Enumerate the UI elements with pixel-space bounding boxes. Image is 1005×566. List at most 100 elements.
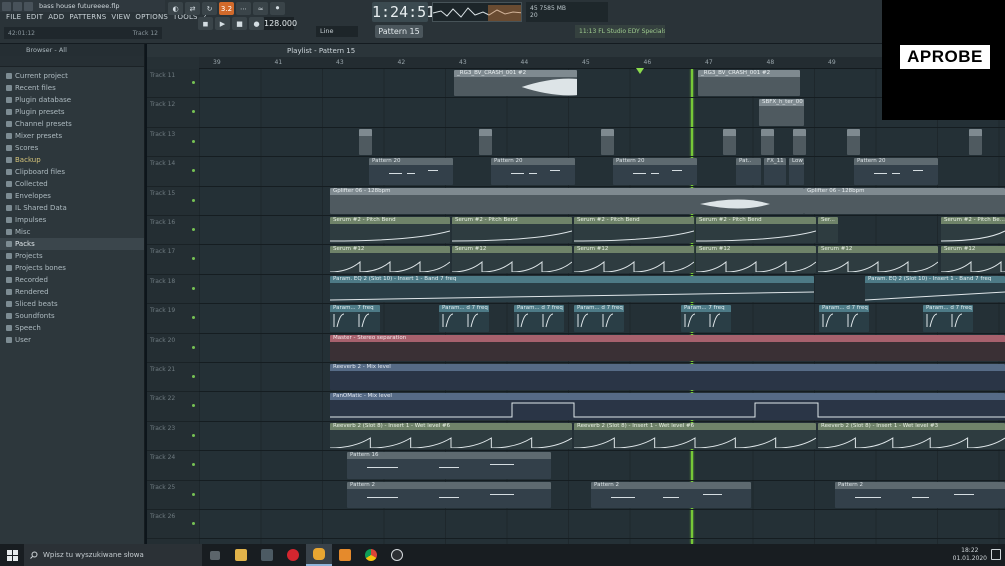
playlist-clip[interactable]: Pattern 20 xyxy=(854,158,938,185)
playlist-clip[interactable]: SBFX_h_ter_00 xyxy=(759,99,804,126)
playlist-clip[interactable]: Serum #2 - Pitch Bend xyxy=(452,217,572,244)
record-mode-button[interactable]: ⏺ xyxy=(270,2,285,15)
track-mute-led[interactable] xyxy=(192,81,195,84)
track-mute-led[interactable] xyxy=(192,345,195,349)
record-button[interactable]: ● xyxy=(249,17,264,30)
playlist-clip[interactable] xyxy=(723,128,736,156)
menu-view[interactable]: VIEW xyxy=(111,13,130,21)
browser-item[interactable]: Plugin database xyxy=(0,94,144,106)
browser-item[interactable]: Projects xyxy=(0,250,144,262)
menu-add[interactable]: ADD xyxy=(48,13,64,21)
playlist-clip[interactable]: PanOMatic - Mix level xyxy=(330,393,1005,420)
browser-header[interactable]: Browser - All xyxy=(0,44,144,56)
track-mute-led[interactable] xyxy=(192,433,195,437)
browser-item[interactable]: Clipboard files xyxy=(0,166,144,178)
browser-item[interactable]: Speech xyxy=(0,322,144,334)
playlist-clip[interactable]: Low_Fu...1_Rwd xyxy=(789,158,804,185)
track-header[interactable]: Track 20 xyxy=(147,334,199,363)
browser-item[interactable]: Recent files xyxy=(0,82,144,94)
track-header[interactable]: Track 16 xyxy=(147,216,199,246)
playlist-clip[interactable] xyxy=(847,128,860,156)
playlist-clip[interactable]: Serum #12 xyxy=(452,246,572,273)
browser-item[interactable]: Plugin presets xyxy=(0,106,144,118)
song-time-display[interactable]: 1:24:51 xyxy=(372,2,435,22)
stop-button[interactable]: ■ xyxy=(232,17,247,30)
snap-selector[interactable]: Line xyxy=(316,26,358,37)
playlist-clip[interactable]: FX_11 xyxy=(764,158,786,185)
playlist-clip[interactable]: Serum #2 - Pitch Bend xyxy=(574,217,694,244)
track-header[interactable]: Track 19 xyxy=(147,304,199,334)
menu-options[interactable]: OPTIONS xyxy=(135,13,168,21)
master-volume-knob[interactable]: ◐ xyxy=(168,2,183,15)
browser-item[interactable]: Scores xyxy=(0,142,144,154)
playlist-clip[interactable]: Gplifter 06 - 128bpm xyxy=(330,187,804,214)
browser-item[interactable]: IL Shared Data xyxy=(0,202,144,214)
playlist-clip[interactable]: _RG3_BV_CRASH_001 #2 xyxy=(454,70,577,97)
playlist-clip[interactable]: Pattern 20 xyxy=(491,158,575,185)
notification-icon[interactable] xyxy=(991,549,1001,560)
playlist-clip[interactable]: Pattern 2 xyxy=(591,481,751,508)
track-mute-led[interactable] xyxy=(192,198,195,202)
blend-icon[interactable]: ≈ xyxy=(253,2,268,15)
track-header[interactable]: Track 21 xyxy=(147,363,199,393)
playlist-clip[interactable]: Param... d 7 freq xyxy=(514,305,564,332)
playlist-clip[interactable]: Reeverb 2 (Slot 8) - Insert 1 - Wet leve… xyxy=(574,422,816,450)
track-mute-led[interactable] xyxy=(192,316,195,320)
playlist-clip[interactable] xyxy=(761,128,774,156)
browser-item[interactable]: Misc xyxy=(0,226,144,238)
browser-item[interactable]: Sliced beats xyxy=(0,298,144,310)
browser-item[interactable]: Impulses xyxy=(0,214,144,226)
track-mute-led[interactable] xyxy=(192,228,195,231)
track-mute-led[interactable] xyxy=(192,286,195,290)
playlist-clip[interactable] xyxy=(969,128,982,156)
track-header[interactable]: Track 13 xyxy=(147,128,199,158)
close-icon[interactable] xyxy=(24,1,33,11)
tempo-display[interactable]: 128.000 xyxy=(264,17,297,30)
playlist-clip[interactable]: Reeverb 2 - Mix level xyxy=(330,364,1005,391)
browser-item[interactable]: Soundfonts xyxy=(0,310,144,322)
playlist-clip[interactable]: Param... d 7 freq xyxy=(574,305,624,332)
browser-item[interactable]: Packs xyxy=(0,238,144,250)
playlist-clip[interactable]: Param... d 7 freq xyxy=(819,305,869,332)
track-header[interactable]: Track 25 xyxy=(147,481,199,510)
browser-item[interactable]: Mixer presets xyxy=(0,130,144,142)
restore-icon[interactable] xyxy=(13,1,22,11)
playlist-clip[interactable]: Param... d 7 freq xyxy=(923,305,973,332)
opera-icon[interactable] xyxy=(280,544,306,566)
step-edit-button[interactable]: 3.2 xyxy=(219,2,234,15)
track-mute-led[interactable] xyxy=(192,139,195,143)
browser-item[interactable]: Collected xyxy=(0,178,144,190)
track-header[interactable]: Track 11 xyxy=(147,69,199,99)
browser-item[interactable]: Backup xyxy=(0,154,144,166)
track-header[interactable]: Track 26 xyxy=(147,510,199,540)
playlist-title[interactable]: Playlist - Pattern 15 xyxy=(287,47,355,55)
start-button[interactable] xyxy=(0,544,24,566)
track-header[interactable]: Track 12 xyxy=(147,98,199,128)
playlist-clip[interactable] xyxy=(359,128,372,156)
playlist-clip[interactable]: Master - Stereo separation xyxy=(330,334,1005,361)
song-mode-button[interactable]: ◼ xyxy=(198,17,213,30)
playlist-clip[interactable]: Serum #12 xyxy=(330,246,450,273)
playlist-clip[interactable]: Serum #2 - Pitch Be... xyxy=(941,217,1005,244)
playlist-clip[interactable] xyxy=(793,128,806,156)
playlist-clip[interactable]: Pattern 20 xyxy=(613,158,697,185)
media-player-icon[interactable] xyxy=(332,544,358,566)
play-button[interactable]: ▶ xyxy=(215,17,230,30)
playlist-clip[interactable]: Param... 7 freq xyxy=(330,305,380,332)
playlist-clip[interactable]: Serum #12 xyxy=(574,246,694,273)
fl-studio-icon[interactable] xyxy=(306,544,332,566)
minimize-icon[interactable] xyxy=(2,1,11,11)
task-view-icon[interactable] xyxy=(202,544,228,566)
track-header[interactable]: Track 22 xyxy=(147,392,199,422)
browser-item[interactable]: User xyxy=(0,334,144,346)
file-explorer-icon[interactable] xyxy=(228,544,254,566)
arrangement-grid[interactable]: _RG3_BV_CRASH_001 #2 _RG3_BV_CRASH_001 #2… xyxy=(199,69,1005,544)
playlist-clip[interactable]: Param... d 7 freq xyxy=(439,305,489,332)
playlist-clip[interactable]: Ser... xyxy=(818,217,838,244)
obs-icon[interactable] xyxy=(384,544,410,566)
system-clock[interactable]: 18:22 01.01.2020 xyxy=(953,544,987,566)
playlist-clip[interactable]: _RG3_BV_CRASH_001 #2 xyxy=(698,70,800,97)
menu-edit[interactable]: EDIT xyxy=(26,13,43,21)
playlist-clip[interactable]: Serum #12 xyxy=(818,246,938,273)
calculator-icon[interactable] xyxy=(254,544,280,566)
